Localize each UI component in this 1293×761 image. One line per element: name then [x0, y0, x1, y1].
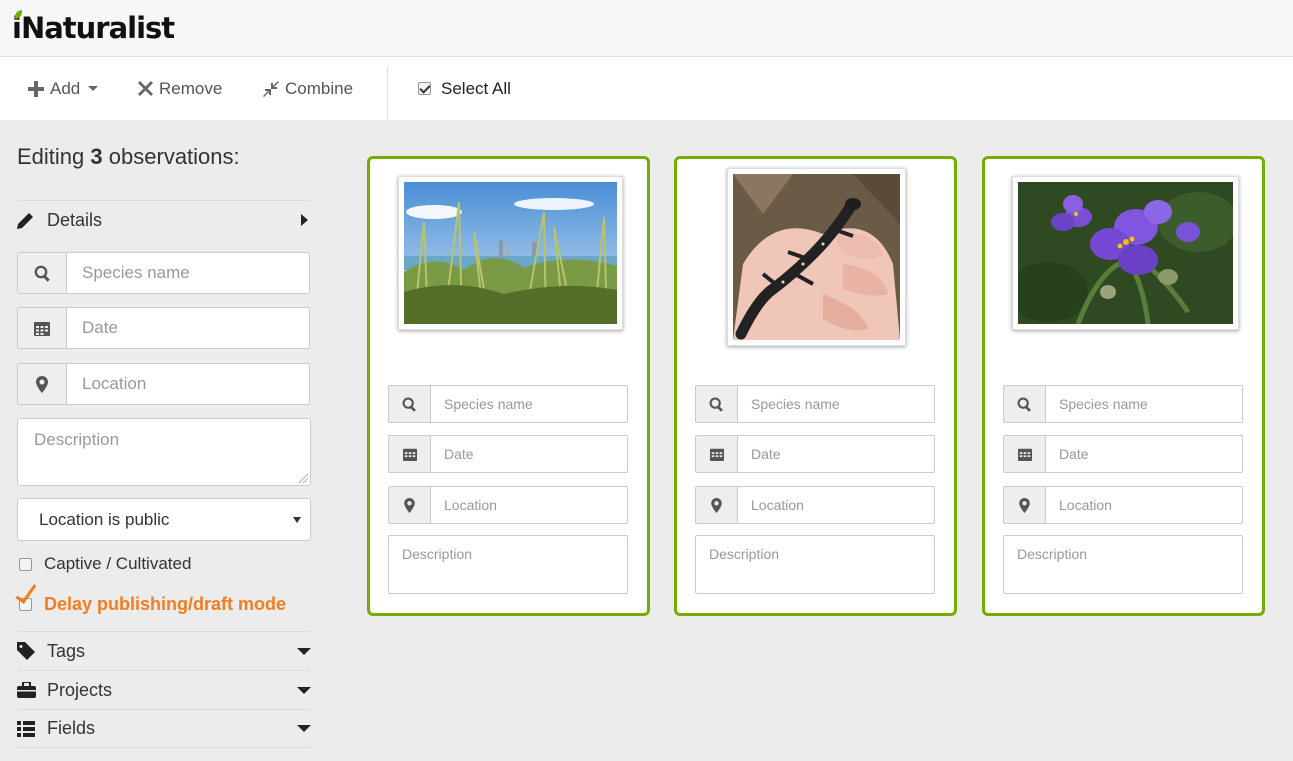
calendar-icon: [1003, 435, 1045, 473]
editing-suffix: observations:: [108, 144, 240, 169]
editing-count: 3: [90, 144, 103, 169]
captive-label: Captive / Cultivated: [44, 554, 192, 573]
card-location-input-group: Location: [1003, 486, 1243, 524]
search-icon: [695, 385, 737, 423]
card-species-input[interactable]: Species name: [430, 385, 628, 423]
inaturalist-logo[interactable]: iNaturalist: [12, 9, 175, 46]
card-date-input[interactable]: Date: [430, 435, 628, 473]
card-species-input-group: Species name: [695, 385, 935, 423]
projects-label: Projects: [47, 679, 113, 700]
geoprivacy-select[interactable]: Location is public: [17, 498, 311, 541]
compress-icon: [263, 80, 279, 97]
search-icon: [388, 385, 430, 423]
card-location-input[interactable]: Location: [1045, 486, 1243, 524]
card-date-input-group: Date: [695, 435, 935, 473]
chevron-down-icon: [88, 86, 99, 91]
briefcase-icon: [17, 682, 47, 698]
delay-publishing-option[interactable]: Delay publishing/draft mode: [15, 580, 287, 615]
geoprivacy-value: Location is public: [39, 509, 170, 529]
combine-label: Combine: [285, 78, 354, 98]
map-marker-icon: [1003, 486, 1045, 524]
tag-icon: [17, 642, 47, 660]
observation-photo[interactable]: [398, 176, 623, 330]
location-input[interactable]: Location: [66, 363, 310, 405]
card-species-input[interactable]: Species name: [737, 385, 935, 423]
remove-label: Remove: [159, 78, 223, 98]
description-placeholder: Description: [34, 430, 120, 449]
species-name-input[interactable]: Species name: [66, 252, 310, 294]
details-section-toggle[interactable]: Details: [17, 200, 311, 239]
card-species-input-group: Species name: [388, 385, 628, 423]
plus-icon: [28, 80, 44, 97]
species-input-group: Species name: [17, 252, 310, 294]
observation-photo[interactable]: [727, 168, 906, 346]
add-label: Add: [50, 78, 81, 98]
card-location-input[interactable]: Location: [737, 486, 935, 524]
select-all-toggle[interactable]: Select All: [418, 57, 511, 120]
captive-option[interactable]: Captive / Cultivated: [19, 554, 191, 574]
combine-button[interactable]: Combine: [263, 57, 353, 120]
select-all-label: Select All: [441, 78, 511, 98]
card-date-input[interactable]: Date: [737, 435, 935, 473]
chevron-right-icon: [301, 214, 308, 226]
calendar-icon: [388, 435, 430, 473]
date-input-group: Date: [17, 307, 310, 349]
salamander-photo: [733, 174, 900, 340]
resize-grip-icon[interactable]: [299, 474, 308, 483]
logo-text: iNaturalist: [12, 11, 175, 45]
flower-photo: [1018, 182, 1233, 324]
card-date-input-group: Date: [388, 435, 628, 473]
card-location-input-group: Location: [388, 486, 628, 524]
tags-label: Tags: [47, 640, 86, 661]
add-button[interactable]: Add: [28, 57, 99, 120]
header: iNaturalist: [0, 0, 1293, 57]
toolbar: Add Remove Combine Select All: [0, 57, 1293, 120]
details-label: Details: [47, 209, 103, 230]
toolbar-divider: [387, 66, 388, 120]
editing-prefix: Editing: [17, 144, 85, 169]
select-all-checkbox[interactable]: [418, 82, 431, 95]
observation-photo[interactable]: [1012, 176, 1239, 330]
chevron-down-icon: [297, 725, 311, 732]
fields-label: Fields: [47, 718, 96, 738]
search-icon: [1003, 385, 1045, 423]
list-icon: [17, 720, 47, 737]
chevron-down-icon: [297, 647, 311, 655]
chevron-down-icon: [297, 686, 311, 694]
card-description-textarea[interactable]: Description: [1003, 535, 1243, 594]
card-date-input[interactable]: Date: [1045, 435, 1243, 473]
fields-section-toggle[interactable]: Fields: [17, 709, 311, 748]
observation-card[interactable]: Species name Date Location Description: [367, 156, 650, 616]
calendar-icon: [695, 435, 737, 473]
calendar-icon: [17, 307, 66, 349]
card-location-input[interactable]: Location: [430, 486, 628, 524]
map-marker-icon: [695, 486, 737, 524]
select-caret-icon: [293, 517, 301, 523]
delay-publishing-checkbox[interactable]: [15, 580, 37, 611]
grass-photo: [404, 182, 617, 324]
delay-publishing-label: Delay publishing/draft mode: [44, 594, 287, 614]
map-marker-icon: [388, 486, 430, 524]
pencil-icon: [17, 212, 47, 229]
checkmark-icon: [15, 580, 37, 604]
location-input-group: Location: [17, 363, 310, 405]
card-location-input-group: Location: [695, 486, 935, 524]
map-marker-icon: [17, 363, 66, 405]
card-species-input-group: Species name: [1003, 385, 1243, 423]
captive-checkbox[interactable]: [19, 557, 32, 571]
remove-button[interactable]: Remove: [138, 57, 222, 120]
observation-card[interactable]: Species name Date Location Description: [674, 156, 957, 616]
card-date-input-group: Date: [1003, 435, 1243, 473]
tags-section-toggle[interactable]: Tags: [17, 631, 311, 670]
editing-title: Editing 3 observations:: [17, 144, 240, 170]
observation-card[interactable]: Species name Date Location Description: [982, 156, 1265, 616]
x-icon: [138, 81, 153, 96]
search-icon: [17, 252, 66, 294]
card-species-input[interactable]: Species name: [1045, 385, 1243, 423]
card-description-textarea[interactable]: Description: [388, 535, 628, 594]
card-description-textarea[interactable]: Description: [695, 535, 935, 594]
projects-section-toggle[interactable]: Projects: [17, 670, 311, 709]
description-textarea[interactable]: Description: [17, 418, 311, 486]
date-input[interactable]: Date: [66, 307, 310, 349]
